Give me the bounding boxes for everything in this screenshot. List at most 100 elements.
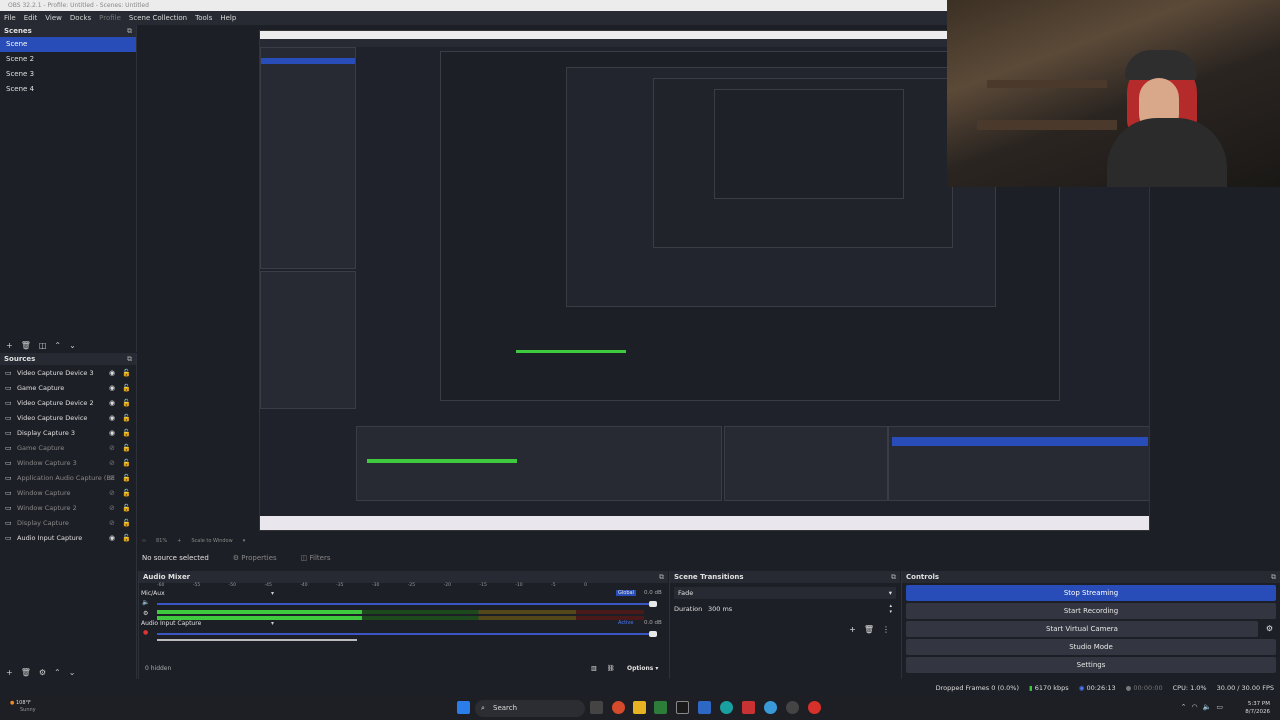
eye-icon[interactable]: ◉ [109,414,115,422]
eye-icon[interactable]: ◉ [109,384,115,392]
duration-stepper-icon[interactable]: ▴ ▾ [889,603,892,615]
source-item[interactable]: ▭ Video Capture Device 2 ◉ 🔓 [0,395,136,410]
properties-button[interactable]: ⚙ Properties [233,554,277,562]
windows-start-icon[interactable] [457,701,470,714]
scene-item[interactable]: Scene 2 [0,52,136,67]
studio-mode-button[interactable]: Studio Mode [906,639,1276,655]
volume-slider[interactable] [157,633,657,635]
transition-select[interactable]: Fade ▾ [674,587,896,599]
move-up-icon[interactable]: ⌃ [54,668,61,677]
menu-help[interactable]: Help [220,14,236,22]
source-item[interactable]: ▭ Video Capture Device ◉ 🔓 [0,410,136,425]
obs-icon[interactable] [786,701,799,714]
lock-icon[interactable]: 🔓 [122,414,131,422]
scene-item[interactable]: Scene [0,37,136,52]
move-down-icon[interactable]: ⌄ [69,668,76,677]
telegram-icon[interactable] [764,701,777,714]
channel-badge[interactable]: Active [618,620,633,626]
menu-tools[interactable]: Tools [195,14,212,22]
add-source-icon[interactable]: + [6,668,13,677]
eye-slash-icon[interactable]: ⊘ [109,444,115,452]
mute-icon[interactable]: ● [143,629,148,636]
edge-icon[interactable] [698,701,711,714]
remove-scene-icon[interactable]: 🗑 [21,341,31,350]
float-dock-icon[interactable]: ⧉ [659,571,664,583]
gear-icon[interactable]: ⚙ [1266,624,1273,633]
task-view-icon[interactable] [590,701,603,714]
wifi-icon[interactable]: ◠ [1192,703,1203,711]
source-item[interactable]: ▭ Application Audio Capture (BE ⊘ 🔓 [0,470,136,485]
lock-icon[interactable]: 🔓 [122,504,131,512]
eye-slash-icon[interactable]: ⊘ [109,474,115,482]
add-transition-icon[interactable]: + [849,625,856,634]
float-dock-icon[interactable]: ⧉ [891,571,896,583]
source-item[interactable]: ▭ Display Capture 3 ◉ 🔓 [0,425,136,440]
dropbox-icon[interactable] [676,701,689,714]
scale-mode[interactable]: Scale to Window [191,538,232,544]
link-icon[interactable]: ⛓ [607,665,615,672]
float-dock-icon[interactable]: ⧉ [127,25,132,37]
source-item[interactable]: ▭ Display Capture ⊘ 🔓 [0,515,136,530]
eye-icon[interactable]: ◉ [109,534,115,542]
speaker-icon[interactable]: 🔈 [142,599,149,606]
remove-source-icon[interactable]: 🗑 [21,668,31,677]
mixer-layout-icon[interactable]: ▥ [591,665,597,672]
menu-file[interactable]: File [4,14,16,22]
lock-icon[interactable]: 🔓 [122,384,131,392]
taskbar-search[interactable]: ⌕ Search [475,700,585,717]
menu-docks[interactable]: Docks [70,14,91,22]
lock-icon[interactable]: 🔓 [122,474,131,482]
eye-slash-icon[interactable]: ⊘ [109,459,115,467]
eye-slash-icon[interactable]: ⊘ [109,489,115,497]
app-icon[interactable] [612,701,625,714]
menu-profile[interactable]: Profile [99,14,121,22]
lock-icon[interactable]: 🔓 [122,369,131,377]
lock-icon[interactable]: 🔓 [122,519,131,527]
float-dock-icon[interactable]: ⧉ [1271,571,1276,583]
options-button[interactable]: Options ▾ [627,665,658,672]
menu-scene-collection[interactable]: Scene Collection [129,14,187,22]
remove-transition-icon[interactable]: 🗑 [864,625,874,634]
stop-streaming-button[interactable]: Stop Streaming [906,585,1276,601]
move-down-icon[interactable]: ⌄ [69,341,76,350]
volume-icon[interactable]: 🔈 [1203,703,1217,711]
scene-item[interactable]: Scene 4 [0,82,136,97]
lock-icon[interactable]: 🔓 [122,459,131,467]
source-properties-icon[interactable]: ⚙ [39,668,46,677]
filters-button[interactable]: ◫ Filters [301,554,331,562]
lock-icon[interactable]: 🔓 [122,399,131,407]
source-item[interactable]: ▭ Video Capture Device 3 ◉ 🔓 [0,365,136,380]
source-item[interactable]: ▭ Window Capture 2 ⊘ 🔓 [0,500,136,515]
taskbar-clock[interactable]: 5:37 PM 8/7/2026 [1245,700,1270,716]
volume-slider-knob[interactable] [649,631,657,637]
eye-slash-icon[interactable]: ⊘ [109,519,115,527]
plus-icon[interactable]: + [177,538,181,544]
chevron-down-icon[interactable]: ▾ [271,590,274,597]
app-icon[interactable] [808,701,821,714]
menu-view[interactable]: View [45,14,62,22]
lock-icon[interactable]: 🔓 [122,444,131,452]
duration-input[interactable]: 300 ms [708,603,732,615]
move-up-icon[interactable]: ⌃ [54,341,61,350]
mic-config-icon[interactable]: ⚙ [143,610,148,617]
lock-icon[interactable]: 🔓 [122,489,131,497]
start-recording-button[interactable]: Start Recording [906,603,1276,619]
channel-badge[interactable]: Global [616,590,636,596]
source-item[interactable]: ▭ Game Capture ⊘ 🔓 [0,440,136,455]
file-explorer-icon[interactable] [633,701,646,714]
scene-filter-icon[interactable]: ◫ [39,341,47,350]
start-virtual-camera-button[interactable]: Start Virtual Camera [906,621,1258,637]
chevron-left-icon[interactable]: ‹› [142,538,146,544]
source-item[interactable]: ▭ Game Capture ◉ 🔓 [0,380,136,395]
app-icon[interactable] [654,701,667,714]
lock-icon[interactable]: 🔓 [122,429,131,437]
float-dock-icon[interactable]: ⧉ [127,353,132,365]
chevron-down-icon[interactable]: ▾ [271,620,274,627]
source-item[interactable]: ▭ Audio Input Capture ◉ 🔓 [0,530,136,545]
add-scene-icon[interactable]: + [6,341,13,350]
scene-item[interactable]: Scene 3 [0,67,136,82]
browser-icon[interactable] [720,701,733,714]
eye-slash-icon[interactable]: ⊘ [109,504,115,512]
lock-icon[interactable]: 🔓 [122,534,131,542]
battery-icon[interactable]: ▭ [1216,703,1228,711]
